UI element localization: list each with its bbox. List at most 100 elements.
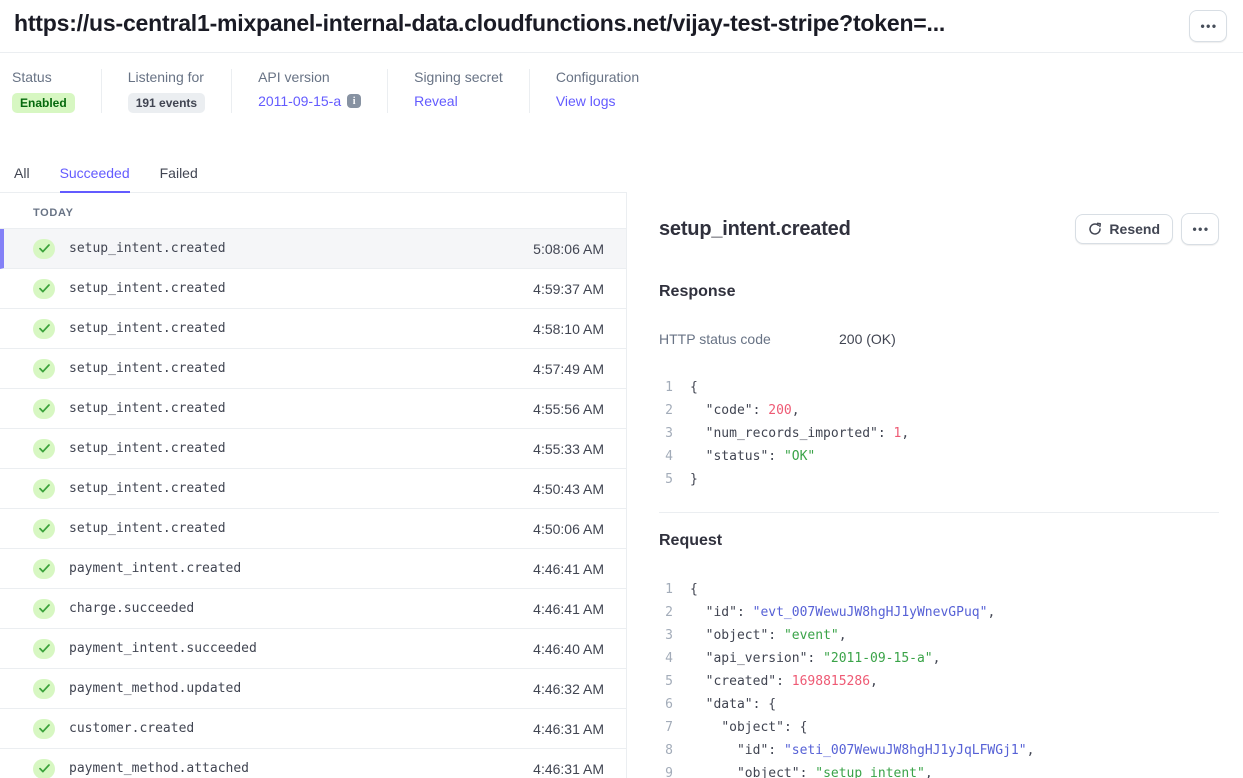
event-list-item[interactable]: payment_method.updated 4:46:32 AM <box>0 669 626 709</box>
detail-header: setup_intent.created Resend ••• <box>659 213 1219 245</box>
tab-failed[interactable]: Failed <box>160 165 198 192</box>
event-list-item[interactable]: setup_intent.created 4:50:43 AM <box>0 469 626 509</box>
success-check-icon <box>33 759 55 778</box>
event-list-panel: TODAY setup_intent.created 5:08:06 AM se… <box>0 193 627 778</box>
meta-listening-for: Listening for 191 events <box>101 69 231 113</box>
signing-secret-label: Signing secret <box>414 69 503 85</box>
event-list-item[interactable]: setup_intent.created 4:55:33 AM <box>0 429 626 469</box>
event-list-item[interactable]: payment_method.attached 4:46:31 AM <box>0 749 626 778</box>
success-check-icon <box>33 599 55 619</box>
event-name: payment_intent.created <box>69 561 533 576</box>
success-check-icon <box>33 279 55 299</box>
event-name: setup_intent.created <box>69 241 533 256</box>
event-time: 4:55:33 AM <box>533 441 604 457</box>
success-check-icon <box>33 239 55 259</box>
event-time: 4:57:49 AM <box>533 361 604 377</box>
panel-divider <box>659 512 1219 513</box>
http-status-value: 200 (OK) <box>839 331 896 347</box>
meta-configuration: Configuration View logs <box>529 69 665 113</box>
code-line: 9 "object": "setup_intent", <box>659 762 1219 778</box>
event-list-item[interactable]: setup_intent.created 4:55:56 AM <box>0 389 626 429</box>
event-time: 4:55:56 AM <box>533 401 604 417</box>
reveal-secret-link[interactable]: Reveal <box>414 93 458 109</box>
event-name: setup_intent.created <box>69 481 533 496</box>
event-list-item[interactable]: payment_intent.created 4:46:41 AM <box>0 549 626 589</box>
resend-icon <box>1088 222 1102 236</box>
event-time: 4:50:06 AM <box>533 521 604 537</box>
page-header: https://us-central1-mixpanel-internal-da… <box>0 0 1243 53</box>
event-list-item[interactable]: customer.created 4:46:31 AM <box>0 709 626 749</box>
success-check-icon <box>33 319 55 339</box>
event-list-item[interactable]: setup_intent.created 4:59:37 AM <box>0 269 626 309</box>
event-time: 4:46:32 AM <box>533 681 604 697</box>
event-list-item[interactable]: payment_intent.succeeded 4:46:40 AM <box>0 629 626 669</box>
event-filter-tabs: All Succeeded Failed <box>0 165 627 193</box>
event-name: customer.created <box>69 721 533 736</box>
event-time: 4:46:41 AM <box>533 561 604 577</box>
event-name: setup_intent.created <box>69 321 533 336</box>
code-line: 3 "object": "event", <box>659 624 1219 647</box>
event-list-item[interactable]: setup_intent.created 4:57:49 AM <box>0 349 626 389</box>
endpoint-meta-strip: Status Enabled Listening for 191 events … <box>12 53 1231 131</box>
event-detail-panel: setup_intent.created Resend ••• Response <box>627 193 1243 778</box>
code-line: 4 "status": "OK" <box>659 445 1219 468</box>
success-check-icon <box>33 439 55 459</box>
configuration-label: Configuration <box>556 69 639 85</box>
event-name: setup_intent.created <box>69 281 533 296</box>
event-list-item[interactable]: setup_intent.created 5:08:06 AM <box>0 229 626 269</box>
code-line: 1{ <box>659 376 1219 399</box>
event-name: charge.succeeded <box>69 601 533 616</box>
event-time: 4:46:40 AM <box>533 641 604 657</box>
main-content: TODAY setup_intent.created 5:08:06 AM se… <box>0 193 1243 778</box>
success-check-icon <box>33 399 55 419</box>
resend-button-label: Resend <box>1109 221 1160 237</box>
code-line: 6 "data": { <box>659 693 1219 716</box>
code-line: 2 "code": 200, <box>659 399 1219 422</box>
success-check-icon <box>33 639 55 659</box>
api-version-value[interactable]: 2011-09-15-a <box>258 93 341 109</box>
event-list-item[interactable]: setup_intent.created 4:50:06 AM <box>0 509 626 549</box>
event-name: payment_intent.succeeded <box>69 641 533 656</box>
api-version-label: API version <box>258 69 361 85</box>
event-time: 5:08:06 AM <box>533 241 604 257</box>
event-time: 4:58:10 AM <box>533 321 604 337</box>
view-logs-link[interactable]: View logs <box>556 93 616 109</box>
ellipsis-icon: ••• <box>1190 223 1209 235</box>
code-line: 1{ <box>659 578 1219 601</box>
success-check-icon <box>33 519 55 539</box>
success-check-icon <box>33 719 55 739</box>
ellipsis-icon: ••• <box>1198 20 1217 32</box>
event-name: payment_method.updated <box>69 681 533 696</box>
detail-more-button[interactable]: ••• <box>1181 213 1219 245</box>
meta-signing-secret: Signing secret Reveal <box>387 69 529 113</box>
code-line: 5} <box>659 468 1219 491</box>
http-status-row: HTTP status code 200 (OK) <box>659 331 1219 347</box>
tab-all[interactable]: All <box>14 165 30 192</box>
success-check-icon <box>33 479 55 499</box>
endpoint-url-title: https://us-central1-mixpanel-internal-da… <box>14 8 1189 38</box>
tab-succeeded[interactable]: Succeeded <box>60 165 130 193</box>
date-section-label: TODAY <box>0 193 626 229</box>
event-time: 4:46:31 AM <box>533 761 604 777</box>
event-time: 4:50:43 AM <box>533 481 604 497</box>
info-icon: i <box>347 94 361 108</box>
resend-button[interactable]: Resend <box>1075 214 1173 244</box>
code-line: 7 "object": { <box>659 716 1219 739</box>
response-heading: Response <box>659 283 1219 301</box>
status-label: Status <box>12 69 75 85</box>
code-line: 4 "api_version": "2011-09-15-a", <box>659 647 1219 670</box>
event-list-item[interactable]: charge.succeeded 4:46:41 AM <box>0 589 626 629</box>
http-status-label: HTTP status code <box>659 331 839 347</box>
event-name: setup_intent.created <box>69 361 533 376</box>
listening-for-label: Listening for <box>128 69 205 85</box>
request-code: 1{2 "id": "evt_007WewuJW8hgHJ1yWnevGPuq"… <box>659 578 1219 778</box>
event-time: 4:46:31 AM <box>533 721 604 737</box>
success-check-icon <box>33 559 55 579</box>
page-more-button[interactable]: ••• <box>1189 10 1227 42</box>
event-name: setup_intent.created <box>69 441 533 456</box>
events-count-badge[interactable]: 191 events <box>128 93 205 113</box>
event-time: 4:46:41 AM <box>533 601 604 617</box>
response-code: 1{2 "code": 200,3 "num_records_imported"… <box>659 376 1219 491</box>
event-list-item[interactable]: setup_intent.created 4:58:10 AM <box>0 309 626 349</box>
event-name: payment_method.attached <box>69 761 533 776</box>
